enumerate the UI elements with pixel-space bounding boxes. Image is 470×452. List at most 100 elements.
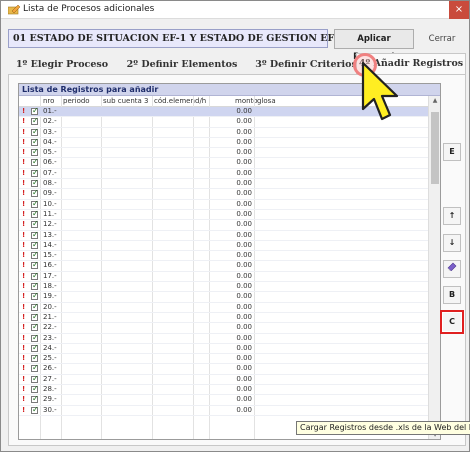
col-cod-elemento[interactable]: cód.elemen [154,97,195,105]
row-marker: ! [22,251,26,260]
scroll-thumb[interactable] [431,112,439,184]
table-row[interactable]: ! 18.- 0.00 [19,281,440,293]
row-checkbox[interactable] [31,374,39,383]
row-checkbox[interactable] [31,271,39,280]
row-checkbox[interactable] [31,322,39,332]
row-checkbox[interactable] [31,394,39,404]
table-row[interactable]: ! 14.- 0.00 [19,240,440,252]
row-checkbox[interactable] [31,405,39,414]
row-monto: 0.00 [236,251,252,260]
row-checkbox[interactable] [31,333,39,342]
row-checkbox[interactable] [31,199,39,208]
tab-definir-criterios[interactable]: 3º Definir Criterios [254,55,358,75]
row-checkbox[interactable] [31,260,39,270]
row-checkbox[interactable] [31,250,39,260]
row-checkbox[interactable] [31,230,39,239]
col-sub-cuenta[interactable]: sub cuenta 3 [103,97,149,105]
row-checkbox[interactable] [31,157,39,167]
row-monto: 0.00 [236,117,252,126]
table-row[interactable]: ! 17.- 0.00 [19,271,440,283]
table-row[interactable]: ! 28.- 0.00 [19,384,440,396]
table-row[interactable]: ! 10.- 0.00 [19,199,440,210]
table-row[interactable]: ! 26.- 0.00 [19,363,440,375]
row-checkbox[interactable] [31,127,39,136]
table-row[interactable]: ! 21.- 0.00 [19,312,440,324]
row-checkbox[interactable] [31,353,39,363]
table-row[interactable]: ! 03.- 0.00 [19,127,440,138]
table-row[interactable]: ! 15.- 0.00 [19,250,440,262]
row-marker: ! [22,230,26,239]
table-row[interactable]: ! 08.- 0.00 [19,178,440,190]
table-row[interactable]: ! 20.- 0.00 [19,302,440,313]
row-checkbox[interactable] [31,312,39,321]
table-row[interactable]: ! 16.- 0.00 [19,260,440,272]
tab-elegir-proceso[interactable]: 1º Elegir Proceso [14,55,110,75]
row-checkbox[interactable] [31,219,39,229]
row-checkbox[interactable] [31,302,39,311]
table-row[interactable]: ! 05.- 0.00 [19,147,440,159]
row-monto: 0.00 [236,312,252,321]
row-marker: ! [22,271,26,280]
row-checkbox[interactable] [31,209,39,218]
erase-button[interactable] [443,260,461,278]
col-nro[interactable]: nro [43,97,54,105]
table-row[interactable]: ! 22.- 0.00 [19,322,440,334]
row-marker: ! [22,374,26,383]
table-row[interactable]: ! 27.- 0.00 [19,374,440,386]
row-checkbox[interactable] [31,168,39,177]
row-marker: ! [22,312,26,321]
row-monto: 0.00 [236,158,252,167]
table-row[interactable]: ! 06.- 0.00 [19,157,440,169]
row-nro: 30.- [43,405,57,414]
apply-process-button[interactable]: Aplicar Proceso! [334,29,414,62]
row-marker: ! [22,148,26,157]
col-dh[interactable]: d/h [195,97,206,105]
row-checkbox[interactable] [31,137,39,146]
table-row[interactable]: ! 19.- 0.00 [19,291,440,303]
close-button[interactable]: Cerrar [418,29,466,49]
row-marker: ! [22,137,26,146]
e-button[interactable]: E [443,143,461,161]
row-checkbox[interactable] [31,240,39,249]
table-row[interactable]: ! 24.- 0.00 [19,343,440,355]
b-button[interactable]: B [443,286,461,304]
row-nro: 16.- [43,261,57,270]
arrow-down-icon: ↓ [448,238,456,247]
tab-definir-elementos[interactable]: 2º Definir Elementos [124,55,240,75]
table-row[interactable]: ! 25.- 0.00 [19,353,440,365]
row-checkbox[interactable] [31,178,39,188]
row-monto: 0.00 [236,282,252,291]
table-row[interactable]: ! 09.- 0.00 [19,188,440,200]
row-nro: 24.- [43,343,57,352]
table-row[interactable]: ! 23.- 0.00 [19,333,440,344]
move-down-button[interactable]: ↓ [443,234,461,252]
row-monto: 0.00 [236,292,252,301]
records-grid[interactable]: Lista de Registros para añadir nro perio… [18,83,441,440]
row-checkbox[interactable] [31,116,39,126]
move-up-button[interactable]: ↑ [443,207,461,225]
row-checkbox[interactable] [31,363,39,373]
grid-scrollbar[interactable]: ▲ ▼ [428,96,440,439]
table-row[interactable]: ! 13.- 0.00 [19,230,440,241]
row-marker: ! [22,158,26,167]
window-title: Lista de Procesos adicionales [23,4,155,14]
scroll-up-arrow-icon[interactable]: ▲ [429,96,440,106]
table-row[interactable]: ! 11.- 0.00 [19,209,440,221]
c-load-xls-button[interactable]: C [440,310,464,334]
table-row[interactable]: ! 12.- 0.00 [19,219,440,231]
row-checkbox[interactable] [31,384,39,394]
table-row[interactable]: ! 04.- 0.00 [19,137,440,149]
row-checkbox[interactable] [31,343,39,352]
window-close-button[interactable]: × [449,1,469,19]
row-checkbox[interactable] [31,188,39,198]
row-checkbox[interactable] [31,147,39,157]
table-row[interactable]: ! 29.- 0.00 [19,394,440,406]
row-checkbox[interactable] [31,106,39,115]
row-checkbox[interactable] [31,281,39,291]
col-glosa[interactable]: glosa [257,97,276,105]
table-row[interactable]: ! 07.- 0.00 [19,168,440,180]
row-marker: ! [22,395,26,404]
table-row[interactable]: ! 30.- 0.00 [19,405,440,416]
col-periodo[interactable]: periodo [63,97,90,105]
row-checkbox[interactable] [31,291,39,301]
